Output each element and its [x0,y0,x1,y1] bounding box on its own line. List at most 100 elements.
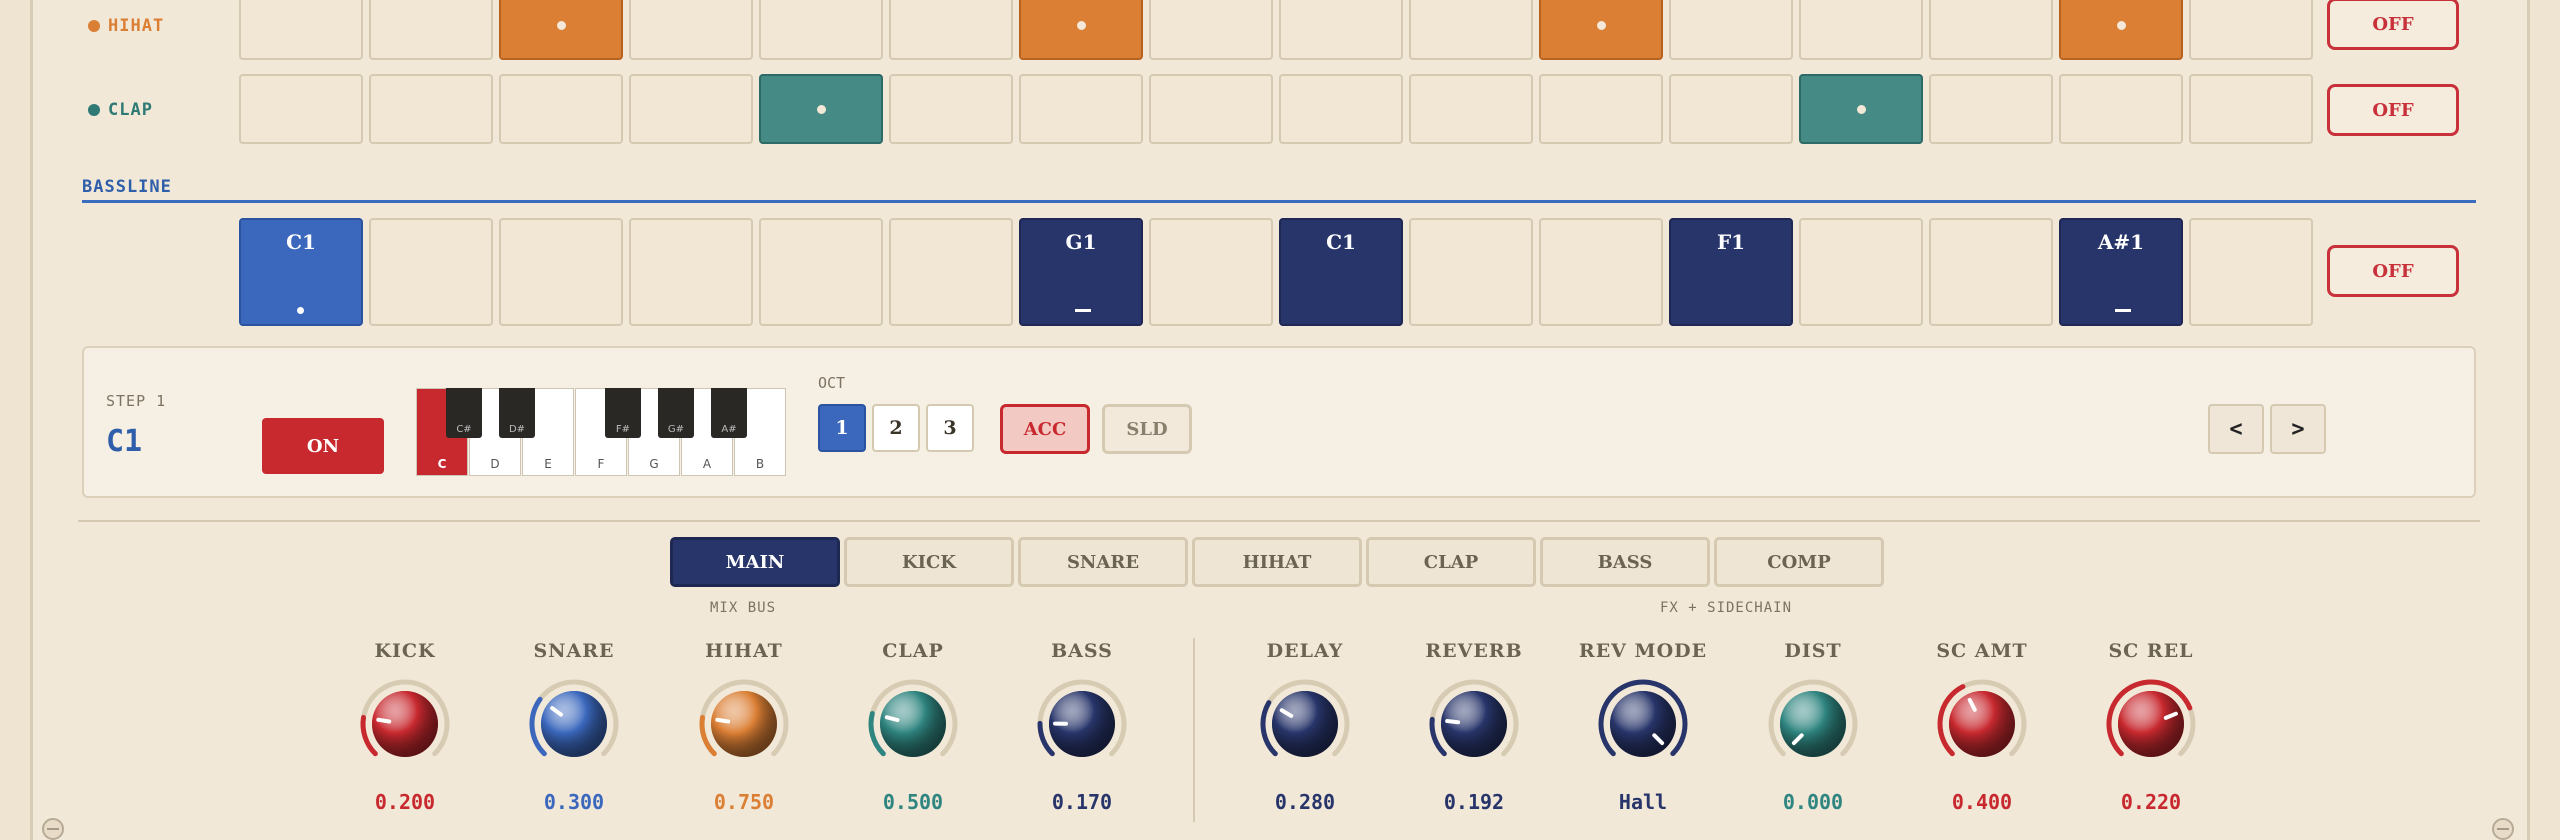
step-cell[interactable] [1669,0,1793,60]
bass-step-cell[interactable] [499,218,623,326]
step-cell[interactable] [629,74,753,144]
knob-dial-icon[interactable] [526,676,622,772]
slide-mark-icon [1075,309,1091,312]
step-cell[interactable] [2189,0,2313,60]
step-cell[interactable] [1019,0,1143,60]
hihat-mute-button[interactable]: OFF [2327,0,2459,50]
step-cell[interactable] [889,74,1013,144]
bass-step-cell[interactable] [369,218,493,326]
tab-clap[interactable]: CLAP [1366,537,1536,587]
next-step-button[interactable]: > [2270,404,2326,454]
knob-dial-icon[interactable] [2103,676,2199,772]
tab-bass[interactable]: BASS [1540,537,1710,587]
knob-dial-icon[interactable] [1426,676,1522,772]
bass-step-cell[interactable] [1539,218,1663,326]
step-cell[interactable] [759,0,883,60]
tab-main[interactable]: MAIN [670,537,840,587]
octave-button[interactable]: 3 [926,404,974,452]
bass-step-cell[interactable]: A#1 [2059,218,2183,326]
knob-indicator [1445,719,1461,725]
step-cell[interactable] [1149,0,1273,60]
black-key[interactable]: A# [711,388,747,438]
step-cell[interactable] [1279,0,1403,60]
step-cell[interactable] [369,0,493,60]
black-key[interactable]: C# [446,388,482,438]
knob-rev-mode[interactable]: REV MODE Hall [1578,640,1708,814]
knob-dial-icon[interactable] [1934,676,2030,772]
octave-button[interactable]: 1 [818,404,866,452]
prev-step-button[interactable]: < [2208,404,2264,454]
knob-reverb[interactable]: REVERB 0.192 [1409,640,1539,814]
tab-kick[interactable]: KICK [844,537,1014,587]
bass-step-cell[interactable] [1799,218,1923,326]
knob-kick[interactable]: KICK 0.200 [340,640,470,814]
step-cell[interactable] [629,0,753,60]
octave-button[interactable]: 2 [872,404,920,452]
knob-sc-amt[interactable]: SC AMT 0.400 [1917,640,2047,814]
bass-step-cell[interactable] [759,218,883,326]
knob-bass[interactable]: BASS 0.170 [1017,640,1147,814]
knob-delay[interactable]: DELAY 0.280 [1240,640,1370,814]
bass-step-cell[interactable]: G1 [1019,218,1143,326]
bass-step-cell[interactable] [889,218,1013,326]
knob-dial-icon[interactable] [1257,676,1353,772]
knob-shine [880,691,946,757]
bassline-mute-button[interactable]: OFF [2327,245,2459,297]
bass-step-cell[interactable] [1929,218,2053,326]
bass-step-cell[interactable] [1149,218,1273,326]
knob-dial-icon[interactable] [1595,676,1691,772]
clap-mute-button[interactable]: OFF [2327,84,2459,136]
bass-step-cell[interactable] [1409,218,1533,326]
knob-dist[interactable]: DIST 0.000 [1748,640,1878,814]
knob-dial-icon[interactable] [1034,676,1130,772]
knob-shine [1441,691,1507,757]
step-cell[interactable] [1409,0,1533,60]
step-cell[interactable] [1539,74,1663,144]
knob-dial-icon[interactable] [1765,676,1861,772]
black-key[interactable]: D# [499,388,535,438]
bass-step-cell[interactable] [629,218,753,326]
accent-button[interactable]: ACC [1000,404,1090,454]
step-cell[interactable] [1929,0,2053,60]
step-on-button[interactable]: ON [262,418,384,474]
knob-label: DELAY [1266,640,1344,662]
step-cell[interactable] [1799,74,1923,144]
step-cell[interactable] [1409,74,1533,144]
step-cell[interactable] [1149,74,1273,144]
knob-dial-icon[interactable] [357,676,453,772]
knob-sc-rel[interactable]: SC REL 0.220 [2086,640,2216,814]
step-cell[interactable] [369,74,493,144]
tab-comp[interactable]: COMP [1714,537,1884,587]
step-cell[interactable] [1019,74,1143,144]
step-cell[interactable] [1799,0,1923,60]
bass-step-cell[interactable] [2189,218,2313,326]
knob-snare[interactable]: SNARE 0.300 [509,640,639,814]
bass-step-cell[interactable]: C1 [1279,218,1403,326]
step-cell[interactable] [499,74,623,144]
black-key[interactable]: G# [658,388,694,438]
bass-step-cell[interactable]: F1 [1669,218,1793,326]
step-cell[interactable] [1929,74,2053,144]
slide-button[interactable]: SLD [1102,404,1192,454]
tab-hihat[interactable]: HIHAT [1192,537,1362,587]
step-cell[interactable] [499,0,623,60]
knob-clap[interactable]: CLAP 0.500 [848,640,978,814]
bass-step-cell[interactable]: C1 [239,218,363,326]
step-cell[interactable] [2189,74,2313,144]
step-cell[interactable] [1279,74,1403,144]
section-divider [78,520,2480,522]
knob-dial-icon[interactable] [696,676,792,772]
tab-snare[interactable]: SNARE [1018,537,1188,587]
knob-dial-icon[interactable] [865,676,961,772]
step-cell[interactable] [889,0,1013,60]
black-key[interactable]: F# [605,388,641,438]
step-cell[interactable] [2059,74,2183,144]
step-cell[interactable] [1539,0,1663,60]
step-cell[interactable] [1669,74,1793,144]
bassline-step-row: C1 G1 C1 F1 A#1 [239,218,2313,326]
step-cell[interactable] [239,74,363,144]
knob-hihat[interactable]: HIHAT 0.750 [679,640,809,814]
step-cell[interactable] [239,0,363,60]
step-cell[interactable] [2059,0,2183,60]
step-cell[interactable] [759,74,883,144]
